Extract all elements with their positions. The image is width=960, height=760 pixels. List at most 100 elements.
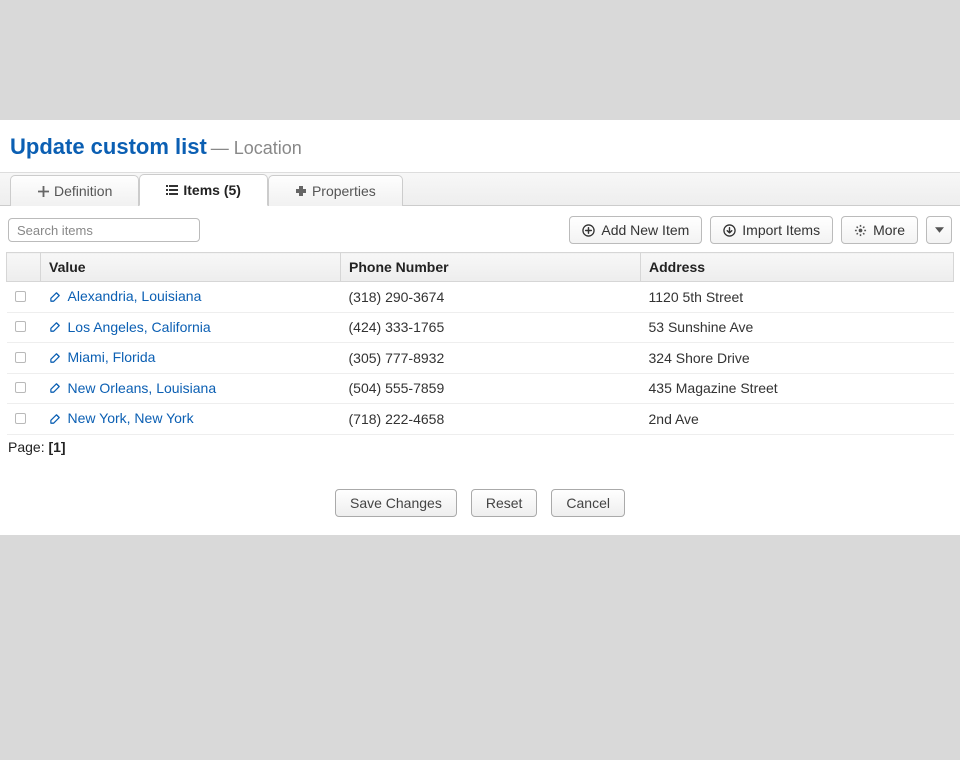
row-checkbox[interactable] bbox=[15, 321, 26, 332]
table-row: Los Angeles, California (424) 333-1765 53 … bbox=[7, 312, 954, 343]
tab-properties[interactable]: Properties bbox=[268, 175, 403, 206]
col-phone[interactable]: Phone Number bbox=[341, 253, 641, 282]
row-phone-text: (718) 222-4658 bbox=[349, 411, 445, 427]
table-row: Alexandria, Louisiana (318) 290-3674 1120 … bbox=[7, 282, 954, 313]
row-phone-cell: (504) 555-7859 bbox=[341, 373, 641, 404]
edit-icon bbox=[49, 320, 62, 333]
edit-icon bbox=[49, 290, 62, 303]
cancel-label: Cancel bbox=[566, 495, 610, 511]
row-address-text: 2nd Ave bbox=[649, 411, 699, 427]
row-value-text: Los Angeles, California bbox=[68, 319, 211, 335]
add-new-item-button[interactable]: Add New Item bbox=[569, 216, 702, 244]
row-value-link[interactable]: New York, New York bbox=[49, 410, 194, 426]
row-address-cell: 53 Sunshine Ave bbox=[641, 312, 954, 343]
row-checkbox[interactable] bbox=[15, 382, 26, 393]
row-value-text: New Orleans, Louisiana bbox=[68, 380, 217, 396]
col-value[interactable]: Value bbox=[41, 253, 341, 282]
row-address-text: 324 Shore Drive bbox=[649, 350, 750, 366]
row-address-cell: 1120 5th Street bbox=[641, 282, 954, 313]
table-row: New Orleans, Louisiana (504) 555-7859 435 … bbox=[7, 373, 954, 404]
import-items-button[interactable]: Import Items bbox=[710, 216, 833, 244]
row-value-cell: Alexandria, Louisiana bbox=[41, 282, 341, 313]
row-address-text: 53 Sunshine Ave bbox=[649, 319, 754, 335]
table-body: Alexandria, Louisiana (318) 290-3674 1120 … bbox=[7, 282, 954, 435]
tab-items[interactable]: Items (5) bbox=[139, 174, 268, 206]
reset-button[interactable]: Reset bbox=[471, 489, 538, 517]
row-phone-cell: (424) 333-1765 bbox=[341, 312, 641, 343]
row-value-text: Miami, Florida bbox=[68, 349, 156, 365]
more-button[interactable]: More bbox=[841, 216, 918, 244]
row-value-cell: New Orleans, Louisiana bbox=[41, 373, 341, 404]
row-value-text: New York, New York bbox=[68, 410, 194, 426]
col-address[interactable]: Address bbox=[641, 253, 954, 282]
footer-buttons: Save Changes Reset Cancel bbox=[0, 465, 960, 535]
col-address-label: Address bbox=[649, 259, 705, 275]
table-row: Miami, Florida (305) 777-8932 324 Shore Dr… bbox=[7, 343, 954, 374]
plus-circle-icon bbox=[582, 224, 595, 237]
page-panel: Update custom list — Location Definition… bbox=[0, 120, 960, 535]
tab-definition-label: Definition bbox=[54, 183, 112, 199]
reset-label: Reset bbox=[486, 495, 523, 511]
more-label: More bbox=[873, 222, 905, 238]
puzzle-icon bbox=[295, 185, 307, 197]
row-checkbox-cell bbox=[7, 343, 41, 374]
row-checkbox-cell bbox=[7, 373, 41, 404]
row-address-text: 1120 5th Street bbox=[649, 289, 744, 305]
list-icon bbox=[166, 184, 178, 196]
items-table: Value Phone Number Address Alexandria, L… bbox=[6, 252, 954, 435]
pager-label: Page: bbox=[8, 439, 45, 455]
row-value-cell: New York, New York bbox=[41, 404, 341, 435]
save-label: Save Changes bbox=[350, 495, 442, 511]
gear-icon bbox=[854, 224, 867, 237]
edit-icon bbox=[49, 412, 62, 425]
save-button[interactable]: Save Changes bbox=[335, 489, 457, 517]
pager-current[interactable]: [1] bbox=[48, 439, 65, 455]
page-title: Update custom list bbox=[10, 134, 207, 159]
row-phone-text: (504) 555-7859 bbox=[349, 380, 445, 396]
caret-down-icon bbox=[933, 224, 946, 237]
toolbar: Add New Item Import Items More bbox=[0, 206, 960, 252]
row-value-link[interactable]: New Orleans, Louisiana bbox=[49, 380, 217, 396]
tab-bar: Definition Items (5) Properties bbox=[0, 172, 960, 206]
cancel-button[interactable]: Cancel bbox=[551, 489, 625, 517]
page-header: Update custom list — Location bbox=[0, 120, 960, 172]
tab-definition[interactable]: Definition bbox=[10, 175, 139, 206]
col-checkbox[interactable] bbox=[7, 253, 41, 282]
row-phone-text: (424) 333-1765 bbox=[349, 319, 445, 335]
more-dropdown-button[interactable] bbox=[926, 216, 952, 244]
row-address-text: 435 Magazine Street bbox=[649, 380, 778, 396]
row-address-cell: 435 Magazine Street bbox=[641, 373, 954, 404]
row-value-link[interactable]: Miami, Florida bbox=[49, 349, 156, 365]
tab-items-label: Items (5) bbox=[183, 182, 241, 198]
row-value-cell: Los Angeles, California bbox=[41, 312, 341, 343]
table-head: Value Phone Number Address bbox=[7, 253, 954, 282]
row-address-cell: 324 Shore Drive bbox=[641, 343, 954, 374]
tab-properties-label: Properties bbox=[312, 183, 376, 199]
row-phone-cell: (318) 290-3674 bbox=[341, 282, 641, 313]
pager: Page: [1] bbox=[0, 435, 960, 465]
row-phone-text: (305) 777-8932 bbox=[349, 350, 445, 366]
col-phone-label: Phone Number bbox=[349, 259, 449, 275]
download-circle-icon bbox=[723, 224, 736, 237]
row-value-link[interactable]: Alexandria, Louisiana bbox=[49, 288, 202, 304]
edit-icon bbox=[49, 351, 62, 364]
page-subtitle: — Location bbox=[211, 138, 302, 158]
row-checkbox-cell bbox=[7, 282, 41, 313]
search-input[interactable] bbox=[8, 218, 200, 242]
col-value-label: Value bbox=[49, 259, 86, 275]
import-items-label: Import Items bbox=[742, 222, 820, 238]
edit-icon bbox=[49, 381, 62, 394]
row-phone-cell: (305) 777-8932 bbox=[341, 343, 641, 374]
row-phone-text: (318) 290-3674 bbox=[349, 289, 445, 305]
row-checkbox[interactable] bbox=[15, 352, 26, 363]
row-checkbox-cell bbox=[7, 404, 41, 435]
row-phone-cell: (718) 222-4658 bbox=[341, 404, 641, 435]
plus-icon bbox=[37, 185, 49, 197]
row-value-cell: Miami, Florida bbox=[41, 343, 341, 374]
row-value-text: Alexandria, Louisiana bbox=[68, 288, 202, 304]
row-address-cell: 2nd Ave bbox=[641, 404, 954, 435]
row-value-link[interactable]: Los Angeles, California bbox=[49, 319, 211, 335]
row-checkbox-cell bbox=[7, 312, 41, 343]
row-checkbox[interactable] bbox=[15, 291, 26, 302]
row-checkbox[interactable] bbox=[15, 413, 26, 424]
